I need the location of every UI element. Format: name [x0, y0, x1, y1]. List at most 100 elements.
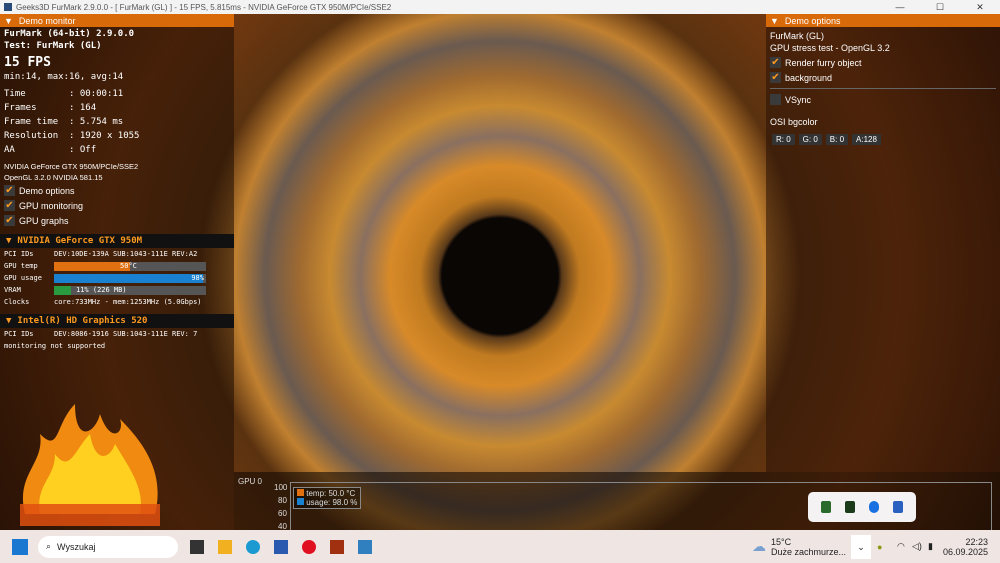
checkmark-icon: ✔ [770, 57, 781, 68]
value: DEV:8086-1916 SUB:1043-111E REV: 7 [54, 330, 198, 338]
gpu0-usage-row: GPU usage 98% [0, 272, 234, 284]
temp-value: 50°C [120, 261, 137, 270]
usage-bar: 98% [54, 273, 206, 283]
graph-label: GPU 0 [238, 477, 263, 486]
stat-frame-time: Frame time : 5.754 ms [4, 117, 124, 127]
collapse-icon: ▼ [4, 15, 13, 26]
temp-bar: 50°C [54, 261, 206, 271]
gpu-renderer: NVIDIA GeForce GTX 950M/PCIe/SSE2 [4, 162, 139, 171]
value: DEV:10DE-139A SUB:1043-111E REV:A2 [54, 250, 198, 258]
green-input[interactable]: G: 0 [798, 134, 822, 145]
checkbox-demo-options[interactable]: ✔ Demo options [0, 183, 234, 198]
taskbar-apps [190, 539, 372, 554]
checkbox-gpu-monitoring[interactable]: ✔ GPU monitoring [0, 198, 234, 213]
stat-resolution: Resolution : 1920 x 1055 [4, 131, 140, 141]
checkmark-icon: ✔ [4, 200, 15, 211]
panel-title: Demo options [784, 15, 841, 26]
tick-60: 60 [278, 509, 287, 518]
value: core:733MHz - mem:1253MHz (5.0Gbps) [54, 298, 202, 306]
collapse-icon: ▼ [6, 316, 12, 326]
taskbar: ⌕ Wyszukaj ☁ 15°C Duże zachmurze... ⌄ ● ◠ … [0, 530, 1000, 563]
wifi-icon[interactable]: ◠ [897, 541, 905, 552]
alpha-input[interactable]: A:128 [852, 134, 881, 145]
test-name: Test: FurMark (GL) [4, 41, 102, 51]
furmark-logo [20, 404, 160, 526]
weather-desc: Duże zachmurze... [771, 546, 847, 557]
demo-subtitle: GPU stress test - OpenGL 3.2 [770, 43, 890, 53]
gpu0-header[interactable]: ▼ NVIDIA GeForce GTX 950M [0, 234, 234, 248]
volume-icon[interactable]: ◁) [912, 541, 922, 552]
search-box[interactable]: ⌕ Wyszukaj [38, 535, 178, 558]
checkbox-label: GPU monitoring [19, 200, 84, 211]
usage-value: 98% [191, 273, 204, 282]
cloud-icon: ☁ [752, 538, 766, 554]
gpu1-name: Intel(R) HD Graphics 520 [17, 316, 148, 326]
weather-temp: 15°C [771, 536, 792, 547]
label: VRAM [4, 286, 21, 294]
furmark-icon[interactable] [330, 539, 344, 554]
app-icon [4, 3, 12, 11]
gpu0-pci-row: PCI IDs DEV:10DE-139A SUB:1043-111E REV:A… [0, 248, 234, 260]
stat-frames: Frames : 164 [4, 103, 97, 113]
gpu0-temp-row: GPU temp 50°C [0, 260, 234, 272]
close-button[interactable]: ✕ [960, 0, 1000, 14]
window-title: Geeks3D FurMark 2.9.0.0 - [ FurMark (GL)… [16, 2, 392, 12]
checkbox-gpu-graphs[interactable]: ✔ GPU graphs [0, 213, 234, 228]
chevron-up-icon[interactable]: ⌄ [851, 534, 871, 559]
checkbox-label: Demo options [19, 185, 75, 196]
label: PCI IDs [4, 330, 34, 338]
edge-icon[interactable] [246, 539, 260, 554]
store-icon[interactable] [274, 539, 288, 554]
minimize-button[interactable]: — [880, 0, 920, 14]
fps: 15 FPS [4, 55, 51, 70]
vram-value: 11% (226 MB) [76, 285, 127, 294]
checkbox-vsync[interactable]: VSync [766, 92, 1000, 107]
demo-title: FurMark (GL) [770, 31, 824, 41]
file-explorer-icon[interactable] [218, 539, 232, 554]
gpu1-pci-row: PCI IDs DEV:8086-1916 SUB:1043-111E REV: … [0, 328, 234, 340]
search-icon: ⌕ [46, 541, 52, 551]
opengl-version: OpenGL 3.2.0 NVIDIA 581.15 [4, 173, 103, 182]
nvidia-icon[interactable] [845, 501, 855, 513]
gpu1-header[interactable]: ▼ Intel(R) HD Graphics 520 [0, 314, 234, 328]
bgcolor-label: OSI bgcolor [770, 117, 818, 127]
collapse-icon: ▼ [770, 15, 779, 26]
legend-usage: usage: 98.0 % [306, 498, 358, 507]
label: PCI IDs [4, 250, 34, 258]
gpu0-vram-row: VRAM 11% (226 MB) [0, 284, 234, 296]
tray-app-icon[interactable] [821, 501, 831, 513]
tick-80: 80 [278, 496, 287, 505]
demo-options-header[interactable]: ▼ Demo options [766, 14, 1000, 27]
clock[interactable]: 22:23 06.09.2025 [943, 537, 988, 557]
app-icon[interactable] [358, 539, 372, 554]
security-icon[interactable] [893, 501, 903, 513]
weather-widget[interactable]: ☁ 15°C Duże zachmurze... [752, 537, 846, 557]
tray-overflow-popup [808, 492, 916, 522]
checkbox-label: VSync [785, 94, 812, 105]
panel-title: Demo monitor [18, 15, 76, 26]
date: 06.09.2025 [942, 546, 988, 557]
maximize-button[interactable]: ☐ [920, 0, 960, 14]
checkmark-icon: ✔ [770, 72, 781, 83]
tray-refresh-icon[interactable]: ● [877, 542, 882, 552]
label: GPU temp [4, 262, 38, 270]
red-input[interactable]: R: 0 [772, 134, 795, 145]
checkmark-icon: ✔ [4, 215, 15, 226]
blue-input[interactable]: B: 0 [825, 134, 849, 145]
bluetooth-icon[interactable] [869, 501, 879, 513]
task-view-icon[interactable] [190, 539, 204, 554]
checkbox-empty [770, 94, 781, 105]
checkbox-background[interactable]: ✔ background [766, 70, 1000, 85]
checkbox-render-furry[interactable]: ✔ Render furry object [766, 55, 1000, 70]
vram-bar: 11% (226 MB) [54, 285, 206, 295]
graph-legend: temp: 50.0 °C usage: 98.0 % [293, 487, 362, 509]
start-icon[interactable] [12, 538, 28, 555]
battery-icon[interactable]: ▮ [928, 541, 933, 552]
gpu1-note: monitoring not supported [4, 342, 106, 350]
fps-stats: min:14, max:16, avg:14 [4, 72, 124, 82]
opera-icon[interactable] [302, 539, 316, 554]
title-bar: Geeks3D FurMark 2.9.0.0 - [ FurMark (GL)… [0, 0, 1000, 14]
demo-monitor-panel: ▼ Demo monitor FurMark (64-bit) 2.9.0.0 T… [0, 14, 234, 530]
demo-monitor-header[interactable]: ▼ Demo monitor [0, 14, 234, 27]
tick-100: 100 [274, 483, 288, 492]
